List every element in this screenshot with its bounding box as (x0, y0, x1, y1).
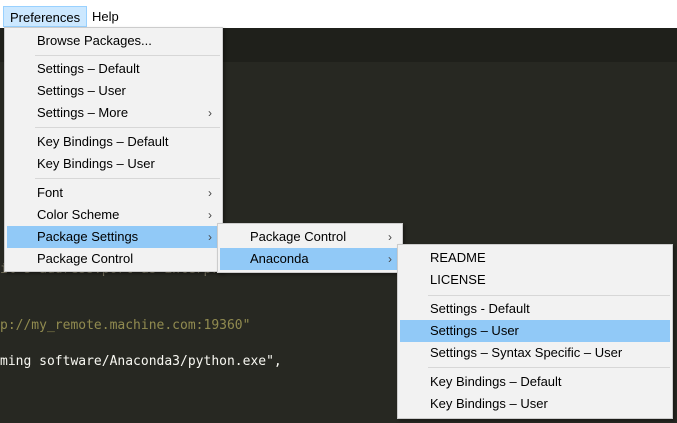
chevron-right-icon: › (208, 208, 212, 222)
code-line: p://my_remote.machine.com:19360" (0, 318, 251, 333)
menu-item-label: Key Bindings – User (37, 156, 155, 171)
menu-item-license[interactable]: LICENSE (400, 269, 670, 291)
menu-item-label: Color Scheme (37, 207, 120, 222)
menu-item-package-control[interactable]: Package Control (7, 248, 220, 270)
menu-help[interactable]: Help (86, 6, 125, 27)
menu-item-anaconda-key-bindings-default[interactable]: Key Bindings – Default (400, 371, 670, 393)
menu-item-browse-packages[interactable]: Browse Packages... (7, 30, 220, 52)
menu-item-key-bindings-user[interactable]: Key Bindings – User (7, 153, 220, 175)
menu-item-anaconda-settings-default[interactable]: Settings - Default (400, 298, 670, 320)
menu-item-anaconda-settings-syntax-specific-user[interactable]: Settings – Syntax Specific – User (400, 342, 670, 364)
menu-item-label: Key Bindings – User (430, 396, 548, 411)
menu-item-package-control-settings[interactable]: Package Control › (220, 226, 400, 248)
code-line: ming software/Anaconda3/python.exe", (0, 354, 282, 369)
menu-item-label: Settings – Default (37, 61, 140, 76)
menu-item-label: Package Control (250, 229, 347, 244)
menu-item-label: Anaconda (250, 251, 309, 266)
menu-separator (428, 295, 670, 296)
chevron-right-icon: › (208, 186, 212, 200)
menu-item-label: README (430, 250, 486, 265)
menu-item-label: Settings - Default (430, 301, 530, 316)
menu-item-label: Key Bindings – Default (430, 374, 562, 389)
menu-item-settings-more[interactable]: Settings – More › (7, 102, 220, 124)
menu-item-label: Settings – More (37, 105, 129, 120)
menu-item-package-settings[interactable]: Package Settings › (7, 226, 220, 248)
menu-item-settings-default[interactable]: Settings – Default (7, 58, 220, 80)
chevron-right-icon: › (208, 230, 212, 244)
chevron-right-icon: › (388, 230, 392, 244)
menu-item-anaconda-settings-user[interactable]: Settings – User (400, 320, 670, 342)
menu-preferences[interactable]: Preferences (3, 6, 88, 27)
menu-item-label: Browse Packages... (37, 33, 152, 48)
menu-bar: Preferences Help (0, 6, 677, 28)
menu-separator (35, 127, 220, 128)
anaconda-submenu: README LICENSE Settings - Default Settin… (397, 244, 673, 419)
menu-item-label: LICENSE (430, 272, 486, 287)
menu-item-label: Key Bindings – Default (37, 134, 169, 149)
preferences-menu: Browse Packages... Settings – Default Se… (4, 27, 223, 272)
menu-item-settings-user[interactable]: Settings – User (7, 80, 220, 102)
menu-item-color-scheme[interactable]: Color Scheme › (7, 204, 220, 226)
chevron-right-icon: › (388, 252, 392, 266)
menu-item-label: Settings – Syntax Specific – User (430, 345, 623, 360)
menu-item-label: Package Control (37, 251, 134, 266)
menu-item-font[interactable]: Font › (7, 182, 220, 204)
menu-item-readme[interactable]: README (400, 247, 670, 269)
package-settings-submenu: Package Control › Anaconda › (217, 223, 403, 273)
menu-item-label: Settings – User (37, 83, 126, 98)
menu-item-label: Settings – User (430, 323, 519, 338)
menu-item-anaconda-key-bindings-user[interactable]: Key Bindings – User (400, 393, 670, 415)
menu-separator (35, 55, 220, 56)
menu-item-label: Package Settings (37, 229, 139, 244)
menu-separator (428, 367, 670, 368)
menu-item-label: Font (37, 185, 64, 200)
menu-item-key-bindings-default[interactable]: Key Bindings – Default (7, 131, 220, 153)
menu-item-anaconda[interactable]: Anaconda › (220, 248, 400, 270)
menu-separator (35, 178, 220, 179)
chevron-right-icon: › (208, 106, 212, 120)
